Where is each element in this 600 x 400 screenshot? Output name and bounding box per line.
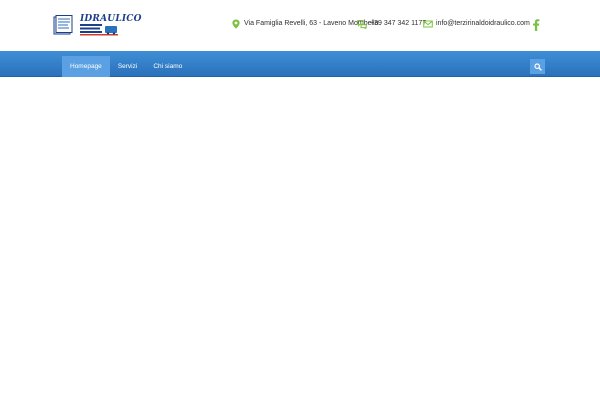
nav-menu: Homepage Servizi Chi siamo [62, 56, 190, 77]
email-text: info@terzirinaldoidraulico.com [436, 20, 530, 27]
contact-phone[interactable]: +39 347 342 1177 [357, 18, 426, 30]
facebook-link[interactable] [532, 18, 540, 31]
facebook-icon [533, 19, 540, 31]
search-button[interactable] [530, 59, 545, 74]
main-content [0, 78, 600, 400]
chat-bubbles-icon [357, 20, 367, 29]
site-header: IDRAULICO Via Famiglia Revelli, 63 - Lav… [0, 0, 600, 51]
logo-detail-lines [80, 24, 118, 36]
contact-email[interactable]: info@terzirinaldoidraulico.com [423, 18, 530, 30]
nav-item-chi-siamo[interactable]: Chi siamo [145, 56, 190, 77]
nav-item-homepage[interactable]: Homepage [62, 56, 110, 77]
map-pin-icon [232, 19, 240, 29]
main-navigation: Homepage Servizi Chi siamo [0, 51, 600, 77]
phone-text: +39 347 342 1177 [370, 20, 427, 27]
search-icon [533, 62, 542, 71]
site-logo[interactable]: IDRAULICO [53, 13, 141, 37]
envelope-icon [423, 20, 433, 28]
nav-item-servizi[interactable]: Servizi [110, 56, 146, 77]
document-icon [53, 15, 73, 35]
logo-text: IDRAULICO [80, 14, 142, 24]
